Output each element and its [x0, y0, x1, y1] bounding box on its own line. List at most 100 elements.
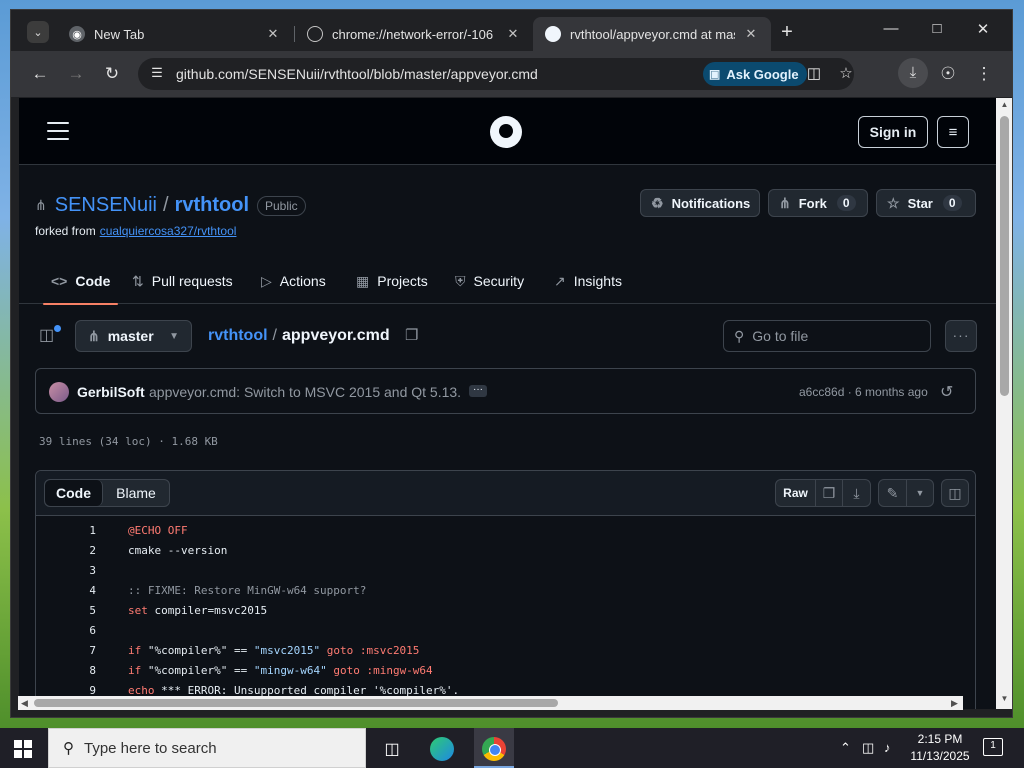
url-text[interactable]: github.com/SENSENuii/rvthtool/blob/maste… — [176, 66, 538, 82]
close-icon[interactable]: ✕ — [265, 26, 281, 42]
tab-security[interactable]: ⛨ Security — [455, 258, 524, 304]
line-number[interactable]: 1 — [56, 521, 96, 541]
scroll-down-icon[interactable]: ▼ — [996, 694, 1012, 703]
tab-network-error[interactable]: chrome://network-error/-106 ✕ — [295, 17, 533, 51]
taskbar-search[interactable]: ⚲ Type here to search — [48, 728, 366, 768]
line-number[interactable]: 7 — [56, 641, 96, 661]
line-number[interactable]: 8 — [56, 661, 96, 681]
go-to-file[interactable]: ⚲ — [723, 320, 931, 352]
tab-new-tab[interactable]: ◉ New Tab ✕ — [57, 17, 293, 51]
tab-pull-requests[interactable]: ⇅ Pull requests — [132, 258, 233, 304]
system-clock[interactable]: 2:15 PM 11/13/2025 — [902, 731, 978, 765]
code-line: 7 if "%compiler%" == "msvc2015" goto :ms… — [36, 641, 975, 661]
line-number[interactable]: 3 — [56, 561, 96, 581]
pencil-icon[interactable]: ✎ — [879, 480, 907, 506]
bookmark-star-icon[interactable]: ☆ — [836, 64, 856, 82]
ask-google-button[interactable]: ▣ Ask Google — [703, 62, 807, 86]
scroll-right-icon[interactable]: ▶ — [951, 696, 958, 710]
code-line: 8 if "%compiler%" == "mingw-w64" goto :m… — [36, 661, 975, 681]
raw-button[interactable]: Raw — [776, 480, 816, 506]
back-icon[interactable]: ← — [30, 64, 50, 84]
tab-insights[interactable]: ↗ Insights — [554, 258, 622, 304]
windows-start-icon[interactable] — [14, 740, 32, 758]
forward-icon[interactable]: → — [66, 64, 86, 84]
tab-search-button[interactable]: ⌄ — [27, 21, 49, 43]
commit-time: 6 months ago — [855, 385, 928, 399]
forked-from-link[interactable]: cualquiercosa327/rvthtool — [100, 224, 237, 238]
line-number[interactable]: 2 — [56, 541, 96, 561]
commit-meta: a6cc86d · 6 months ago — [799, 385, 928, 399]
symbols-panel-icon[interactable]: ◫ — [942, 480, 968, 506]
history-icon[interactable]: ↺ — [940, 382, 953, 402]
hamburger-menu-icon[interactable] — [47, 122, 69, 146]
network-icon[interactable]: ◫ — [862, 740, 874, 756]
windows-taskbar: ⚲ Type here to search ◫ ⌃ ◫ ♪ 2:15 PM 11… — [0, 728, 1024, 768]
task-view-icon[interactable]: ◫ — [375, 734, 409, 764]
scrollbar-thumb[interactable] — [34, 699, 558, 707]
tab-github-appveyor[interactable]: rvthtool/appveyor.cmd at master ✕ — [533, 17, 771, 51]
chrome-taskbar-button[interactable] — [477, 734, 511, 764]
scroll-left-icon[interactable]: ◀ — [21, 696, 28, 710]
tab-code[interactable]: <> Code — [42, 258, 119, 305]
go-to-file-input[interactable] — [752, 328, 913, 344]
commit-sha[interactable]: a6cc86d — [799, 385, 844, 399]
vertical-scrollbar[interactable]: ▲ ▼ — [996, 98, 1012, 709]
copy-path-icon[interactable]: ❐ — [405, 326, 418, 344]
settings-sliders-icon[interactable]: ≡ — [937, 116, 969, 148]
maximize-icon[interactable]: □ — [927, 20, 947, 37]
blame-view-button[interactable]: Blame — [103, 480, 169, 506]
tab-projects[interactable]: ▦ Projects — [356, 258, 428, 304]
commit-author[interactable]: GerbilSoft — [77, 384, 145, 400]
chevron-up-icon[interactable]: ⌃ — [840, 740, 851, 756]
tab-actions[interactable]: ▷ Actions — [261, 258, 326, 304]
code-text: set compiler=msvc2015 — [128, 601, 267, 621]
code-keyword: if — [128, 664, 142, 677]
menu-kebab-icon[interactable]: ⋮ — [974, 64, 994, 84]
fork-button[interactable]: ⋔ Fork 0 — [768, 189, 868, 217]
chevron-down-icon[interactable]: ▼ — [907, 480, 933, 506]
breadcrumb-repo-link[interactable]: rvthtool — [208, 327, 268, 345]
download-icon[interactable]: ⤓ — [898, 58, 928, 88]
globe-icon — [307, 26, 323, 42]
line-number[interactable]: 5 — [56, 601, 96, 621]
github-logo-icon[interactable] — [490, 116, 522, 148]
edge-taskbar-button[interactable] — [425, 734, 459, 764]
code-line: 2 cmake --version — [36, 541, 975, 561]
sign-in-button[interactable]: Sign in — [858, 116, 928, 148]
commit-message[interactable]: appveyor.cmd: Switch to MSVC 2015 and Qt… — [149, 384, 461, 400]
install-app-icon[interactable]: ◫ — [804, 64, 824, 82]
expand-commit-icon[interactable]: ··· — [469, 385, 487, 397]
more-options-icon[interactable]: ··· — [945, 320, 977, 352]
copy-icon[interactable]: ❐ — [816, 480, 843, 506]
close-icon[interactable]: ✕ — [743, 26, 759, 42]
address-bar[interactable]: ☰ github.com/SENSENuii/rvthtool/blob/mas… — [138, 58, 854, 90]
volume-muted-icon[interactable]: ♪ — [884, 740, 891, 755]
horizontal-scrollbar[interactable]: ◀ ▶ — [18, 696, 963, 710]
close-icon[interactable]: ✕ — [505, 26, 521, 42]
scrollbar-thumb[interactable] — [1000, 116, 1009, 396]
line-number[interactable]: 6 — [56, 621, 96, 641]
notifications-button[interactable]: ♻ Notifications — [640, 189, 760, 217]
new-tab-button[interactable]: + — [776, 21, 798, 43]
line-number[interactable]: 4 — [56, 581, 96, 601]
latest-commit: GerbilSoft appveyor.cmd: Switch to MSVC … — [35, 368, 976, 414]
reload-icon[interactable]: ↻ — [102, 64, 122, 84]
code-plain: "%compiler%" == — [141, 644, 254, 657]
tab-label: Pull requests — [151, 273, 233, 289]
download-file-icon[interactable]: ⤓ — [843, 480, 870, 506]
close-window-icon[interactable]: ✕ — [973, 20, 993, 38]
notification-center-icon[interactable]: 1 — [983, 738, 1003, 756]
profile-icon[interactable]: ☉ — [938, 64, 958, 84]
clock-date: 11/13/2025 — [910, 749, 970, 763]
scroll-up-icon[interactable]: ▲ — [996, 100, 1012, 109]
repo-name-link[interactable]: rvthtool — [175, 194, 249, 217]
code-view-button[interactable]: Code — [45, 480, 103, 506]
forked-from: forked from cualquiercosa327/rvthtool — [35, 224, 236, 238]
site-info-icon[interactable]: ☰ — [148, 65, 166, 83]
avatar[interactable] — [49, 382, 69, 402]
star-button[interactable]: ☆ Star 0 — [876, 189, 976, 217]
branch-selector[interactable]: ⋔ master ▼ — [75, 320, 192, 352]
minimize-icon[interactable]: — — [881, 20, 901, 37]
repo-owner-link[interactable]: SENSENuii — [55, 194, 157, 217]
file-tree-toggle-icon[interactable]: ◫ — [39, 325, 61, 347]
